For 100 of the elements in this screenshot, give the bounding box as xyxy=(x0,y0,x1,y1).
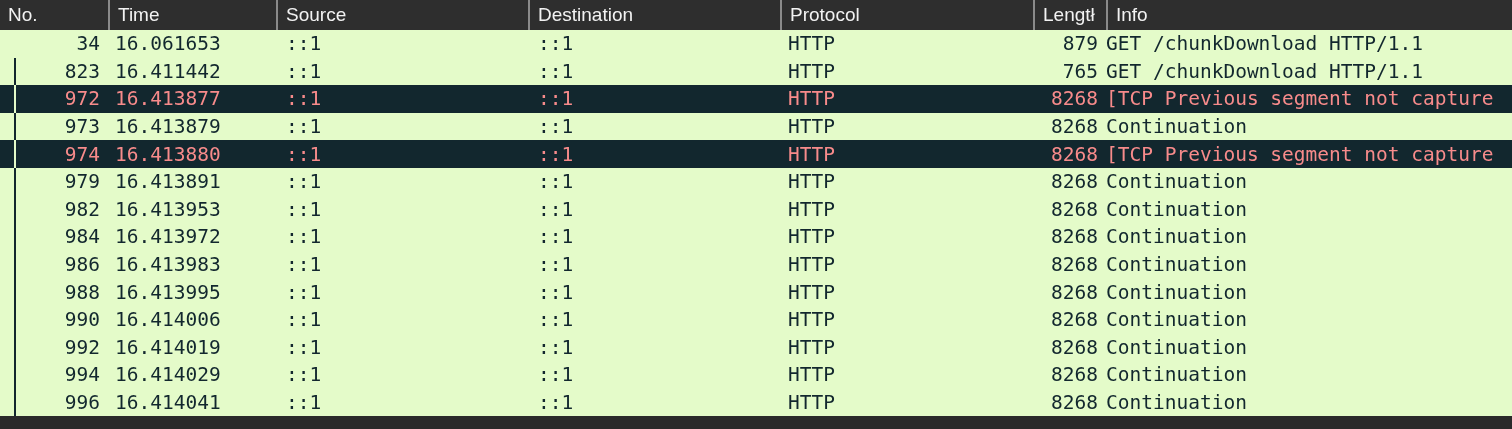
packet-source: ::1 xyxy=(285,362,323,389)
packet-destination: ::1 xyxy=(537,224,575,251)
packet-row[interactable]: 994 16.414029 ::1 ::1 HTTP 8268 Continuation xyxy=(0,361,1512,389)
packet-time: 16.413972 xyxy=(114,224,222,251)
packet-info: Continuation xyxy=(1106,389,1248,416)
packet-protocol: HTTP xyxy=(787,58,836,85)
packet-number: 979 xyxy=(63,169,101,196)
packet-protocol: HTTP xyxy=(787,307,836,334)
packet-row[interactable]: 972 16.413877 ::1 ::1 HTTP 8268 [TCP Previous segment not capture xyxy=(0,85,1512,113)
packet-info: Continuation xyxy=(1106,169,1248,196)
packet-info: Continuation xyxy=(1106,113,1248,140)
packet-info: [TCP Previous segment not capture xyxy=(1106,86,1495,113)
packet-destination: ::1 xyxy=(537,169,575,196)
packet-destination: ::1 xyxy=(537,362,575,389)
packet-info: GET /chunkDownload HTTP/1.1 xyxy=(1106,58,1424,85)
packet-length: 8268 xyxy=(1050,169,1099,196)
packet-number: 974 xyxy=(63,141,101,168)
packet-protocol: HTTP xyxy=(787,196,836,223)
packet-info: Continuation xyxy=(1106,307,1248,334)
packet-info: Continuation xyxy=(1106,362,1248,389)
packet-destination: ::1 xyxy=(537,389,575,416)
packet-destination: ::1 xyxy=(537,86,575,113)
packet-row[interactable]: 982 16.413953 ::1 ::1 HTTP 8268 Continuation xyxy=(0,195,1512,224)
packet-number: 973 xyxy=(63,113,101,140)
packet-number: 34 xyxy=(75,31,101,58)
packet-protocol: HTTP xyxy=(787,141,836,168)
packet-protocol: HTTP xyxy=(787,389,836,416)
packet-protocol: HTTP xyxy=(787,86,836,113)
packet-source: ::1 xyxy=(285,389,323,416)
packet-row[interactable]: 992 16.414019 ::1 ::1 HTTP 8268 Continuation xyxy=(0,333,1512,362)
packet-number: 988 xyxy=(63,279,101,306)
packet-info: Continuation xyxy=(1106,279,1248,306)
packet-number: 972 xyxy=(63,86,101,113)
packet-destination: ::1 xyxy=(537,58,575,85)
packet-destination: ::1 xyxy=(537,31,575,58)
packet-length: 8268 xyxy=(1050,279,1099,306)
packet-info: [TCP Previous segment not capture xyxy=(1106,141,1495,168)
packet-info: Continuation xyxy=(1106,196,1248,223)
packet-protocol: HTTP xyxy=(787,224,836,251)
packet-time: 16.413877 xyxy=(114,86,222,113)
packet-row[interactable]: 996 16.414041 ::1 ::1 HTTP 8268 Continuation xyxy=(0,388,1512,417)
packet-time: 16.413995 xyxy=(114,279,222,306)
packet-length: 8268 xyxy=(1050,224,1099,251)
packet-destination: ::1 xyxy=(537,307,575,334)
packet-time: 16.413983 xyxy=(114,251,222,278)
packet-length: 8268 xyxy=(1050,307,1099,334)
packet-row[interactable]: 34 16.061653 ::1 ::1 HTTP 879 GET /chunkDownload HTTP/1.1 xyxy=(0,30,1512,58)
column-header[interactable]: No. xyxy=(0,0,108,30)
packet-time: 16.413953 xyxy=(114,196,222,223)
packet-destination: ::1 xyxy=(537,196,575,223)
packet-row[interactable]: 990 16.414006 ::1 ::1 HTTP 8268 Continuation xyxy=(0,305,1512,334)
packet-info: Continuation xyxy=(1106,251,1248,278)
packet-number: 990 xyxy=(63,307,101,334)
packet-time: 16.411442 xyxy=(114,58,222,85)
packet-source: ::1 xyxy=(285,169,323,196)
packet-length: 8268 xyxy=(1050,86,1099,113)
packet-number: 823 xyxy=(63,58,101,85)
packet-number: 996 xyxy=(63,389,101,416)
packet-source: ::1 xyxy=(285,86,323,113)
packet-row[interactable]: 986 16.413983 ::1 ::1 HTTP 8268 Continuation xyxy=(0,250,1512,279)
packet-source: ::1 xyxy=(285,196,323,223)
packet-protocol: HTTP xyxy=(787,31,836,58)
packet-protocol: HTTP xyxy=(787,362,836,389)
packet-row[interactable]: 979 16.413891 ::1 ::1 HTTP 8268 Continuation xyxy=(0,167,1512,196)
packet-source: ::1 xyxy=(285,307,323,334)
packet-source: ::1 xyxy=(285,113,323,140)
packet-length: 765 xyxy=(1061,58,1099,85)
packet-length: 8268 xyxy=(1050,334,1099,361)
packet-protocol: HTTP xyxy=(787,113,836,140)
packet-protocol: HTTP xyxy=(787,251,836,278)
packet-time: 16.413879 xyxy=(114,113,222,140)
packet-row[interactable]: 973 16.413879 ::1 ::1 HTTP 8268 Continuation xyxy=(0,112,1512,141)
packet-time: 16.061653 xyxy=(114,31,222,58)
packet-length: 8268 xyxy=(1050,113,1099,140)
packet-number: 992 xyxy=(63,334,101,361)
packet-time: 16.413891 xyxy=(114,169,222,196)
packet-length: 8268 xyxy=(1050,141,1099,168)
packet-source: ::1 xyxy=(285,334,323,361)
packet-number: 984 xyxy=(63,224,101,251)
packet-time: 16.413880 xyxy=(114,141,222,168)
packet-source: ::1 xyxy=(285,224,323,251)
packet-row[interactable]: 823 16.411442 ::1 ::1 HTTP 765 GET /chunkDownload HTTP/1.1 xyxy=(0,57,1512,86)
packet-protocol: HTTP xyxy=(787,169,836,196)
packet-destination: ::1 xyxy=(537,113,575,140)
packet-row[interactable]: 984 16.413972 ::1 ::1 HTTP 8268 Continuation xyxy=(0,223,1512,251)
packet-protocol: HTTP xyxy=(787,279,836,306)
packet-destination: ::1 xyxy=(537,279,575,306)
packet-time: 16.414006 xyxy=(114,307,222,334)
packet-time: 16.414041 xyxy=(114,389,222,416)
packet-info: GET /chunkDownload HTTP/1.1 xyxy=(1106,31,1424,58)
packet-time: 16.414029 xyxy=(114,362,222,389)
packet-length: 879 xyxy=(1061,31,1099,58)
packet-number: 982 xyxy=(63,196,101,223)
packet-row[interactable]: 974 16.413880 ::1 ::1 HTTP 8268 [TCP Previous segment not capture xyxy=(0,140,1512,168)
packet-source: ::1 xyxy=(285,251,323,278)
packet-time: 16.414019 xyxy=(114,334,222,361)
packet-number: 994 xyxy=(63,362,101,389)
packet-row[interactable]: 988 16.413995 ::1 ::1 HTTP 8268 Continuation xyxy=(0,278,1512,306)
packet-info: Continuation xyxy=(1106,334,1248,361)
packet-length: 8268 xyxy=(1050,251,1099,278)
